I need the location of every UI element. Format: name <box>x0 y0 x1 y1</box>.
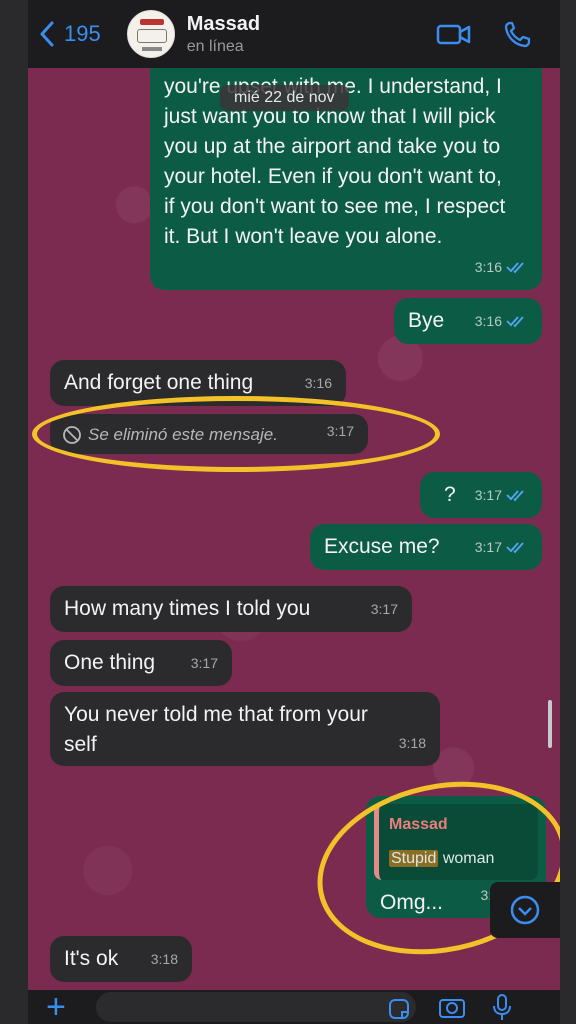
message-bubble-outgoing[interactable]: Bye 3:16 <box>394 298 542 344</box>
chat-screen: 195 Massad en línea mié 22 de nov you're… <box>28 0 560 1024</box>
message-meta: 3:18 <box>151 944 178 974</box>
unread-count: 195 <box>64 21 101 46</box>
contact-name: Massad <box>186 12 261 35</box>
message-bubble-incoming[interactable]: And forget one thing 3:16 <box>50 360 346 406</box>
chevron-down-circle-icon <box>510 895 540 925</box>
microphone-icon[interactable] <box>488 993 516 1021</box>
quote-text-rest: woman <box>438 850 495 867</box>
read-ticks-icon <box>506 490 524 502</box>
message-bubble-outgoing[interactable]: ? 3:17 <box>420 472 542 518</box>
message-time: 3:16 <box>304 375 332 391</box>
deleted-message-bubble[interactable]: Se eliminó este mensaje. 3:17 <box>50 414 368 454</box>
scroll-down-button[interactable] <box>490 882 560 938</box>
message-time: 3:17 <box>190 655 218 671</box>
message-meta: 3:16 <box>475 252 528 282</box>
deleted-message-content: Se eliminó este mensaje. <box>62 420 356 450</box>
read-ticks-icon <box>506 316 524 328</box>
plus-icon[interactable]: + <box>46 990 76 1024</box>
message-input[interactable] <box>96 992 416 1022</box>
message-meta: 3:17 <box>327 416 354 446</box>
message-text: How many times I told you <box>64 597 311 620</box>
chevron-left-icon <box>40 21 54 47</box>
message-text: And forget one thing <box>64 371 254 394</box>
contact-status: en línea <box>186 37 244 55</box>
message-bubble-incoming[interactable]: How many times I told you 3:17 <box>50 586 412 632</box>
avatar[interactable] <box>126 10 175 58</box>
message-meta: 3:16 <box>475 306 528 336</box>
message-time: 3:17 <box>474 539 502 555</box>
sticker-icon[interactable] <box>388 998 410 1020</box>
message-bubble-outgoing[interactable]: Excuse me? 3:17 <box>310 524 542 570</box>
read-ticks-icon <box>506 262 524 274</box>
camera-icon[interactable] <box>438 993 466 1021</box>
message-time: 3:16 <box>474 259 502 275</box>
video-call-icon[interactable] <box>436 20 472 48</box>
message-meta: 3:17 <box>475 532 528 562</box>
phone-call-icon[interactable] <box>502 20 538 48</box>
composer-bar: + <box>28 990 560 1024</box>
back-button[interactable]: 195 <box>38 21 101 47</box>
message-meta: 3:17 <box>371 594 398 624</box>
message-meta: 3:18 <box>399 728 426 758</box>
ban-icon <box>63 426 81 444</box>
message-text: Bye <box>408 309 445 332</box>
message-text: ? <box>444 483 456 506</box>
quote-text: Stupid woman <box>389 844 528 874</box>
highlighted-word: Stupid <box>389 850 439 867</box>
message-meta: 3:17 <box>191 648 218 678</box>
message-time: 3:17 <box>326 423 354 439</box>
message-text: It's ok <box>64 947 119 970</box>
date-separator: mié 22 de nov <box>220 85 349 111</box>
quoted-message[interactable]: Massad Stupid woman <box>374 804 538 880</box>
message-bubble-incoming[interactable]: One thing 3:17 <box>50 640 232 686</box>
message-bubble-incoming[interactable]: It's ok 3:18 <box>50 936 192 982</box>
message-text: Se eliminó este mensaje. <box>88 425 278 444</box>
message-time: 3:18 <box>150 951 178 967</box>
contact-info[interactable]: Massad en línea <box>187 13 260 56</box>
message-meta: 3:17 <box>475 480 528 510</box>
message-text: You never told me that from your self <box>64 703 368 756</box>
message-time: 3:16 <box>474 313 502 329</box>
message-time: 3:17 <box>474 487 502 503</box>
message-time: 3:18 <box>398 735 426 751</box>
read-ticks-icon <box>506 542 524 554</box>
scrollbar[interactable] <box>548 700 552 748</box>
message-bubble-incoming[interactable]: You never told me that from your self 3:… <box>50 692 440 766</box>
chat-header: 195 Massad en línea <box>28 0 560 68</box>
message-text: One thing <box>64 651 156 674</box>
message-meta: 3:16 <box>305 368 332 398</box>
quote-author: Massad <box>389 816 448 833</box>
message-time: 3:17 <box>370 601 398 617</box>
message-text: Excuse me? <box>324 535 440 558</box>
